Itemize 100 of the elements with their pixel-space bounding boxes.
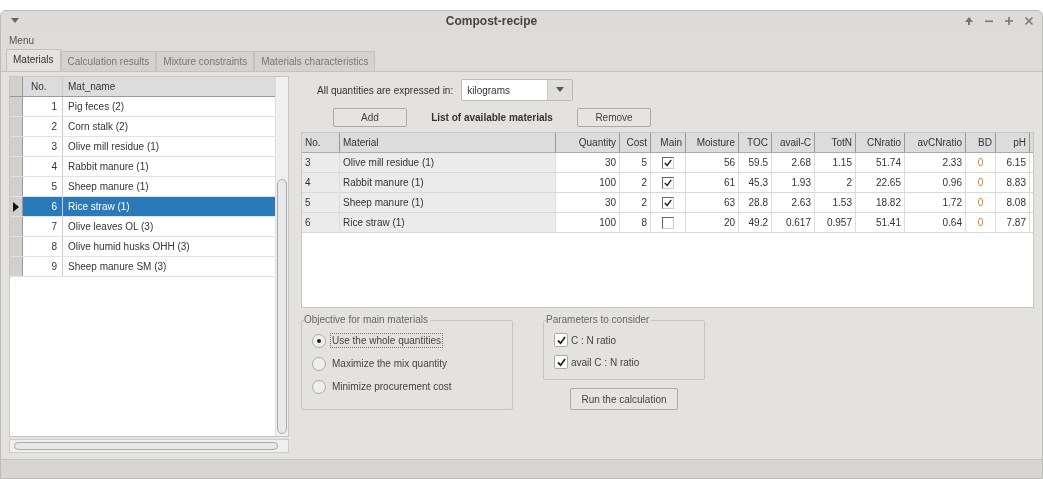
units-dropdown[interactable]: kilograms: [461, 79, 574, 101]
add-button[interactable]: Add: [333, 107, 407, 127]
column-header[interactable]: Mat_name: [63, 77, 275, 96]
table-cell[interactable]: 9: [23, 257, 63, 276]
table-cell[interactable]: 49.2: [739, 213, 772, 232]
objective-radio[interactable]: Minimize procurement cost: [312, 379, 502, 394]
table-cell[interactable]: 100: [556, 213, 620, 232]
column-header[interactable]: avail-C: [772, 133, 815, 152]
table-cell[interactable]: Sheep manure (1): [340, 193, 556, 212]
main-checkbox[interactable]: [662, 216, 674, 229]
table-cell[interactable]: Sheep manure SM (3): [63, 257, 275, 276]
table-cell[interactable]: 2: [815, 173, 856, 192]
table-cell[interactable]: 4: [23, 157, 63, 176]
table-cell[interactable]: Olive mill residue (1): [340, 153, 556, 172]
table-cell[interactable]: 8.08: [996, 193, 1030, 212]
table-cell[interactable]: Rice straw (1): [63, 197, 275, 216]
table-cell[interactable]: 8.83: [996, 173, 1030, 192]
main-checkbox[interactable]: [662, 156, 674, 169]
menu-item[interactable]: Menu: [9, 34, 34, 46]
run-calculation-button[interactable]: Run the calculation: [570, 388, 678, 410]
table-cell[interactable]: 22.65: [856, 173, 905, 192]
table-cell[interactable]: 1.93: [772, 173, 815, 192]
column-header[interactable]: TOC: [739, 133, 772, 152]
table-cell[interactable]: 3: [23, 137, 63, 156]
table-cell[interactable]: Corn stalk (2): [63, 117, 275, 136]
horizontal-scrollbar[interactable]: [9, 439, 289, 453]
column-header[interactable]: Moisture: [686, 133, 739, 152]
objective-radio[interactable]: Maximize the mix quantity: [312, 356, 502, 371]
table-cell[interactable]: 51.41: [856, 213, 905, 232]
table-cell[interactable]: 28.8: [739, 193, 772, 212]
table-cell[interactable]: 1: [23, 97, 63, 116]
table-cell[interactable]: 2: [620, 173, 651, 192]
table-cell[interactable]: 8: [23, 237, 63, 256]
table-cell[interactable]: 18.82: [856, 193, 905, 212]
table-cell[interactable]: 5: [23, 177, 63, 196]
table-cell[interactable]: 63: [686, 193, 739, 212]
table-cell[interactable]: 30: [556, 193, 620, 212]
remove-button[interactable]: Remove: [577, 107, 651, 127]
table-cell[interactable]: 2: [23, 117, 63, 136]
table-cell[interactable]: Rabbit manure (1): [340, 173, 556, 192]
table-cell[interactable]: 0.957: [815, 213, 856, 232]
column-header[interactable]: pH: [996, 133, 1030, 152]
scrollbar-thumb[interactable]: [14, 442, 278, 450]
column-header[interactable]: avCNratio: [905, 133, 966, 152]
table-cell[interactable]: Olive mill residue (1): [63, 137, 275, 156]
table-cell[interactable]: Pig feces (2): [63, 97, 275, 116]
table-cell[interactable]: Olive humid husks OHH (3): [63, 237, 275, 256]
table-cell[interactable]: 51.74: [856, 153, 905, 172]
table-cell[interactable]: 3: [302, 153, 340, 172]
table-cell[interactable]: 6.15: [996, 153, 1030, 172]
keep-above-icon[interactable]: [964, 16, 974, 26]
close-icon[interactable]: [1024, 16, 1034, 26]
column-header[interactable]: BD: [966, 133, 996, 152]
table-cell[interactable]: 1.15: [815, 153, 856, 172]
column-header[interactable]: CNratio: [856, 133, 905, 152]
table-cell[interactable]: 7.87: [996, 213, 1030, 232]
table-cell[interactable]: 1.53: [815, 193, 856, 212]
table-cell[interactable]: 2.68: [772, 153, 815, 172]
scrollbar-thumb[interactable]: [277, 179, 287, 434]
column-header[interactable]: Material: [340, 133, 556, 152]
main-checkbox[interactable]: [662, 176, 674, 189]
table-cell[interactable]: 2.33: [905, 153, 966, 172]
column-header[interactable]: TotN: [815, 133, 856, 152]
table-cell[interactable]: Rabbit manure (1): [63, 157, 275, 176]
window-menu-icon[interactable]: [11, 18, 19, 24]
column-header[interactable]: Cost: [620, 133, 651, 152]
table-cell[interactable]: 0.617: [772, 213, 815, 232]
table-cell[interactable]: 7: [23, 217, 63, 236]
column-header[interactable]: No.: [302, 133, 340, 152]
table-cell[interactable]: 61: [686, 173, 739, 192]
table-cell[interactable]: 6: [302, 213, 340, 232]
table-cell[interactable]: 2.63: [772, 193, 815, 212]
parameter-checkbox[interactable]: avail C : N ratio: [554, 355, 694, 369]
table-cell[interactable]: 5: [620, 153, 651, 172]
main-checkbox[interactable]: [662, 196, 674, 209]
table-cell[interactable]: 56: [686, 153, 739, 172]
table-cell[interactable]: 8: [620, 213, 651, 232]
table-cell[interactable]: Rice straw (1): [340, 213, 556, 232]
table-cell[interactable]: Sheep manure (1): [63, 177, 275, 196]
table-cell[interactable]: 4: [302, 173, 340, 192]
table-cell[interactable]: 20: [686, 213, 739, 232]
table-cell[interactable]: 6: [23, 197, 63, 216]
tab[interactable]: Materials: [6, 49, 61, 71]
table-cell[interactable]: Olive leaves OL (3): [63, 217, 275, 236]
table-cell[interactable]: 59.5: [739, 153, 772, 172]
column-header[interactable]: Quantity: [556, 133, 620, 152]
vertical-scrollbar[interactable]: [275, 77, 288, 436]
table-cell[interactable]: 2: [620, 193, 651, 212]
column-header[interactable]: No.: [23, 77, 63, 96]
maximize-icon[interactable]: [1004, 16, 1014, 26]
row-header[interactable]: [10, 197, 23, 216]
table-cell[interactable]: 100: [556, 173, 620, 192]
column-header[interactable]: Main: [651, 133, 686, 152]
table-cell[interactable]: 30: [556, 153, 620, 172]
table-cell[interactable]: 1.72: [905, 193, 966, 212]
table-cell[interactable]: 5: [302, 193, 340, 212]
table-cell[interactable]: 0.96: [905, 173, 966, 192]
table-cell[interactable]: 45.3: [739, 173, 772, 192]
table-cell[interactable]: 0.64: [905, 213, 966, 232]
parameter-checkbox[interactable]: C : N ratio: [554, 333, 694, 347]
